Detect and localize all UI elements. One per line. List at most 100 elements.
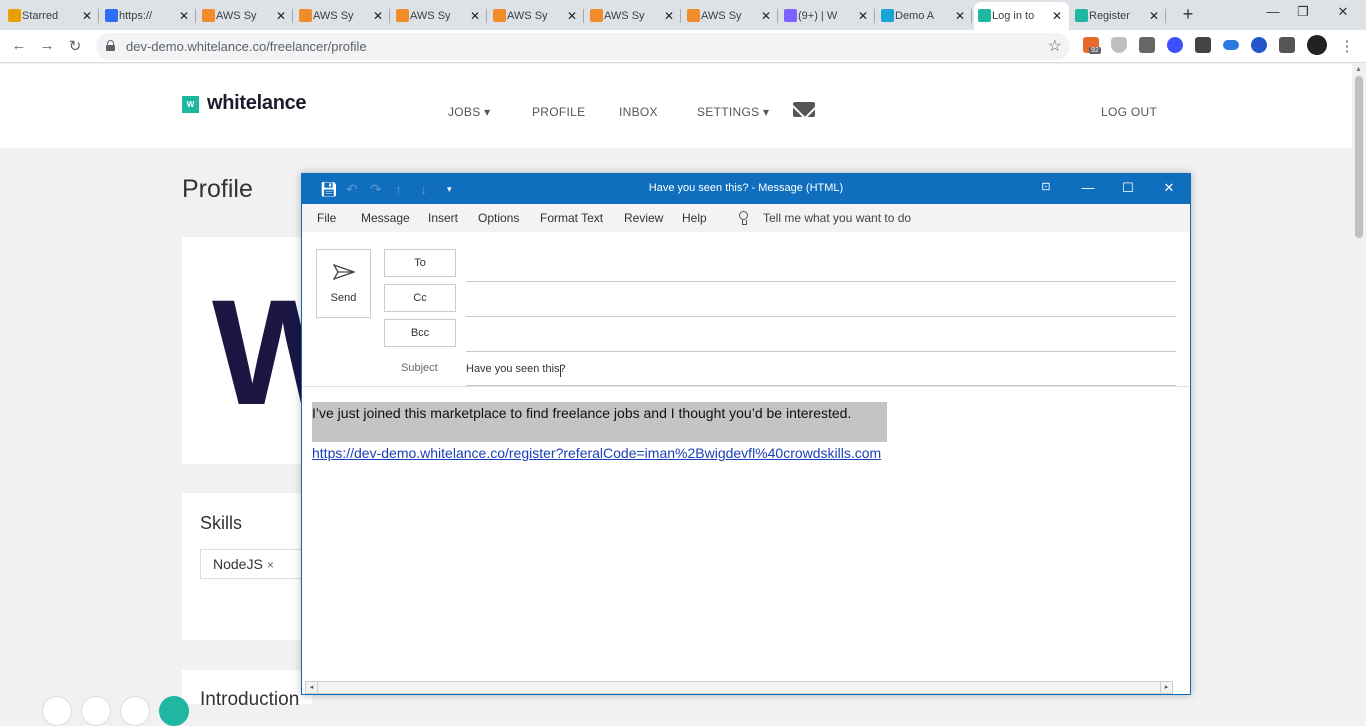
forward-icon[interactable]: → xyxy=(37,37,57,54)
subject-input[interactable]: Have you seen this? xyxy=(466,363,566,375)
browser-tab[interactable]: Register ✕ xyxy=(1071,2,1166,30)
browser-tab[interactable]: AWS Sy ✕ xyxy=(198,2,293,30)
browser-tab[interactable]: AWS Sy ✕ xyxy=(586,2,681,30)
tab-favicon-icon xyxy=(590,9,603,22)
tab-format-text[interactable]: Format Text xyxy=(540,211,603,225)
browser-tab[interactable]: Demo A ✕ xyxy=(877,2,972,30)
tab-insert[interactable]: Insert xyxy=(428,211,458,225)
tab-help[interactable]: Help xyxy=(682,211,707,225)
send-button[interactable]: Send xyxy=(316,249,371,318)
tab-close-icon[interactable]: ✕ xyxy=(954,9,966,23)
nav-profile[interactable]: PROFILE xyxy=(532,105,585,119)
tab-label: AWS Sy xyxy=(313,10,354,22)
tab-close-icon[interactable]: ✕ xyxy=(566,9,578,23)
tab-favicon-icon xyxy=(8,9,21,22)
outlook-maximize-icon[interactable]: ☐ xyxy=(1118,180,1138,196)
scroll-up-icon[interactable]: ▲ xyxy=(1355,66,1362,73)
close-window-icon[interactable]: ✕ xyxy=(1328,4,1358,20)
scroll-thumb[interactable] xyxy=(1355,76,1363,238)
scroll-right-icon[interactable]: ▸ xyxy=(1160,682,1172,693)
tab-label: AWS Sy xyxy=(604,10,645,22)
reload-icon[interactable]: ↻ xyxy=(65,37,85,55)
outlook-minimize-icon[interactable]: — xyxy=(1078,180,1098,195)
bcc-button[interactable]: Bcc xyxy=(384,319,456,347)
whitelance-logo-text[interactable]: whitelance xyxy=(207,92,307,115)
page-scrollbar[interactable]: ▲ xyxy=(1352,64,1366,704)
extension-icon-7[interactable] xyxy=(1251,37,1267,53)
to-button[interactable]: To xyxy=(384,249,456,277)
bookmark-star-icon[interactable]: ☆ xyxy=(1048,36,1062,56)
tell-me-search[interactable]: Tell me what you want to do xyxy=(763,211,911,225)
skills-input[interactable]: NodeJS × xyxy=(200,549,310,579)
browser-tab[interactable]: AWS Sy ✕ xyxy=(295,2,390,30)
skill-tag: NodeJS × xyxy=(213,556,274,572)
tab-label: https:// xyxy=(119,10,153,22)
to-field[interactable] xyxy=(466,281,1176,282)
tab-options[interactable]: Options xyxy=(478,211,519,225)
extension-icon-6[interactable] xyxy=(1223,40,1239,50)
tab-file[interactable]: File xyxy=(317,211,336,225)
social-icon-2[interactable] xyxy=(81,696,111,726)
remove-skill-icon[interactable]: × xyxy=(267,558,274,572)
nav-inbox[interactable]: INBOX xyxy=(619,105,658,119)
tab-close-icon[interactable]: ✕ xyxy=(81,9,93,23)
tab-separator xyxy=(98,9,99,23)
tab-close-icon[interactable]: ✕ xyxy=(760,9,772,23)
minimize-icon[interactable]: — xyxy=(1258,4,1288,19)
tab-close-icon[interactable]: ✕ xyxy=(372,9,384,23)
tab-label: AWS Sy xyxy=(410,10,451,22)
tab-favicon-icon xyxy=(105,9,118,22)
tab-separator xyxy=(583,9,584,23)
nav-jobs[interactable]: JOBS ▾ xyxy=(448,105,491,119)
horizontal-scrollbar[interactable]: ◂ ▸ xyxy=(305,681,1173,694)
tab-favicon-icon xyxy=(978,9,991,22)
browser-tab[interactable]: AWS Sy ✕ xyxy=(392,2,487,30)
cc-field[interactable] xyxy=(466,316,1176,317)
tab-close-icon[interactable]: ✕ xyxy=(469,9,481,23)
tab-close-icon[interactable]: ✕ xyxy=(178,9,190,23)
back-icon[interactable]: ← xyxy=(9,37,29,54)
referral-link[interactable]: https://dev-demo.whitelance.co/register?… xyxy=(312,445,881,461)
shield-extension-icon[interactable] xyxy=(1111,37,1127,53)
gear-extension-icon[interactable] xyxy=(1167,37,1183,53)
nav-logout[interactable]: LOG OUT xyxy=(1101,105,1157,119)
browser-tab-strip: Starred ✕ https://✕ AWS Sy ✕ AWS Sy ✕ AWS Sy ✕ AW… xyxy=(0,0,1366,30)
whitelance-logo-mark[interactable]: W xyxy=(182,96,199,113)
ribbon-display-icon[interactable]: ⊡ xyxy=(1036,180,1056,193)
scroll-left-icon[interactable]: ◂ xyxy=(306,682,318,693)
tab-close-icon[interactable]: ✕ xyxy=(663,9,675,23)
bcc-field[interactable] xyxy=(466,351,1176,352)
social-icon-4[interactable] xyxy=(159,696,189,726)
cc-button[interactable]: Cc xyxy=(384,284,456,312)
tab-review[interactable]: Review xyxy=(624,211,663,225)
browser-menu-icon[interactable]: ⋮ xyxy=(1337,37,1357,55)
extension-icon-5[interactable] xyxy=(1195,37,1211,53)
browser-tab[interactable]: (9+) | W ✕ xyxy=(780,2,875,30)
tab-close-icon[interactable]: ✕ xyxy=(275,9,287,23)
page-title: Profile xyxy=(182,175,253,203)
tab-message[interactable]: Message xyxy=(361,211,410,225)
profile-avatar-letter: W xyxy=(212,268,312,436)
browser-tab[interactable]: AWS Sy ✕ xyxy=(489,2,584,30)
message-body-text[interactable]: I’ve just joined this marketplace to fin… xyxy=(312,405,851,421)
tab-close-icon[interactable]: ✕ xyxy=(1051,9,1063,23)
tab-label: Demo A xyxy=(895,10,935,22)
new-tab-button[interactable]: + xyxy=(1178,4,1198,25)
browser-tab[interactable]: AWS Sy ✕ xyxy=(683,2,778,30)
puzzle-extensions-icon[interactable] xyxy=(1279,37,1295,53)
browser-tab[interactable]: Log in to ✕ xyxy=(974,2,1069,30)
body-separator xyxy=(302,386,1190,387)
nav-settings[interactable]: SETTINGS ▾ xyxy=(697,105,769,119)
mail-icon[interactable] xyxy=(793,102,815,117)
restore-icon[interactable]: ❐ xyxy=(1288,4,1318,20)
social-icon-1[interactable] xyxy=(42,696,72,726)
tab-close-icon[interactable]: ✕ xyxy=(857,9,869,23)
social-icon-3[interactable] xyxy=(120,696,150,726)
browser-tab[interactable]: Starred ✕ xyxy=(4,2,99,30)
browser-tab[interactable]: https:// ✕ xyxy=(101,2,196,30)
outlook-close-icon[interactable]: ✕ xyxy=(1159,180,1179,196)
address-bar[interactable]: dev-demo.whitelance.co/freelancer/profil… xyxy=(96,33,1070,60)
tab-close-icon[interactable]: ✕ xyxy=(1148,9,1160,23)
profile-avatar[interactable] xyxy=(1307,35,1327,55)
camera-extension-icon[interactable] xyxy=(1139,37,1155,53)
